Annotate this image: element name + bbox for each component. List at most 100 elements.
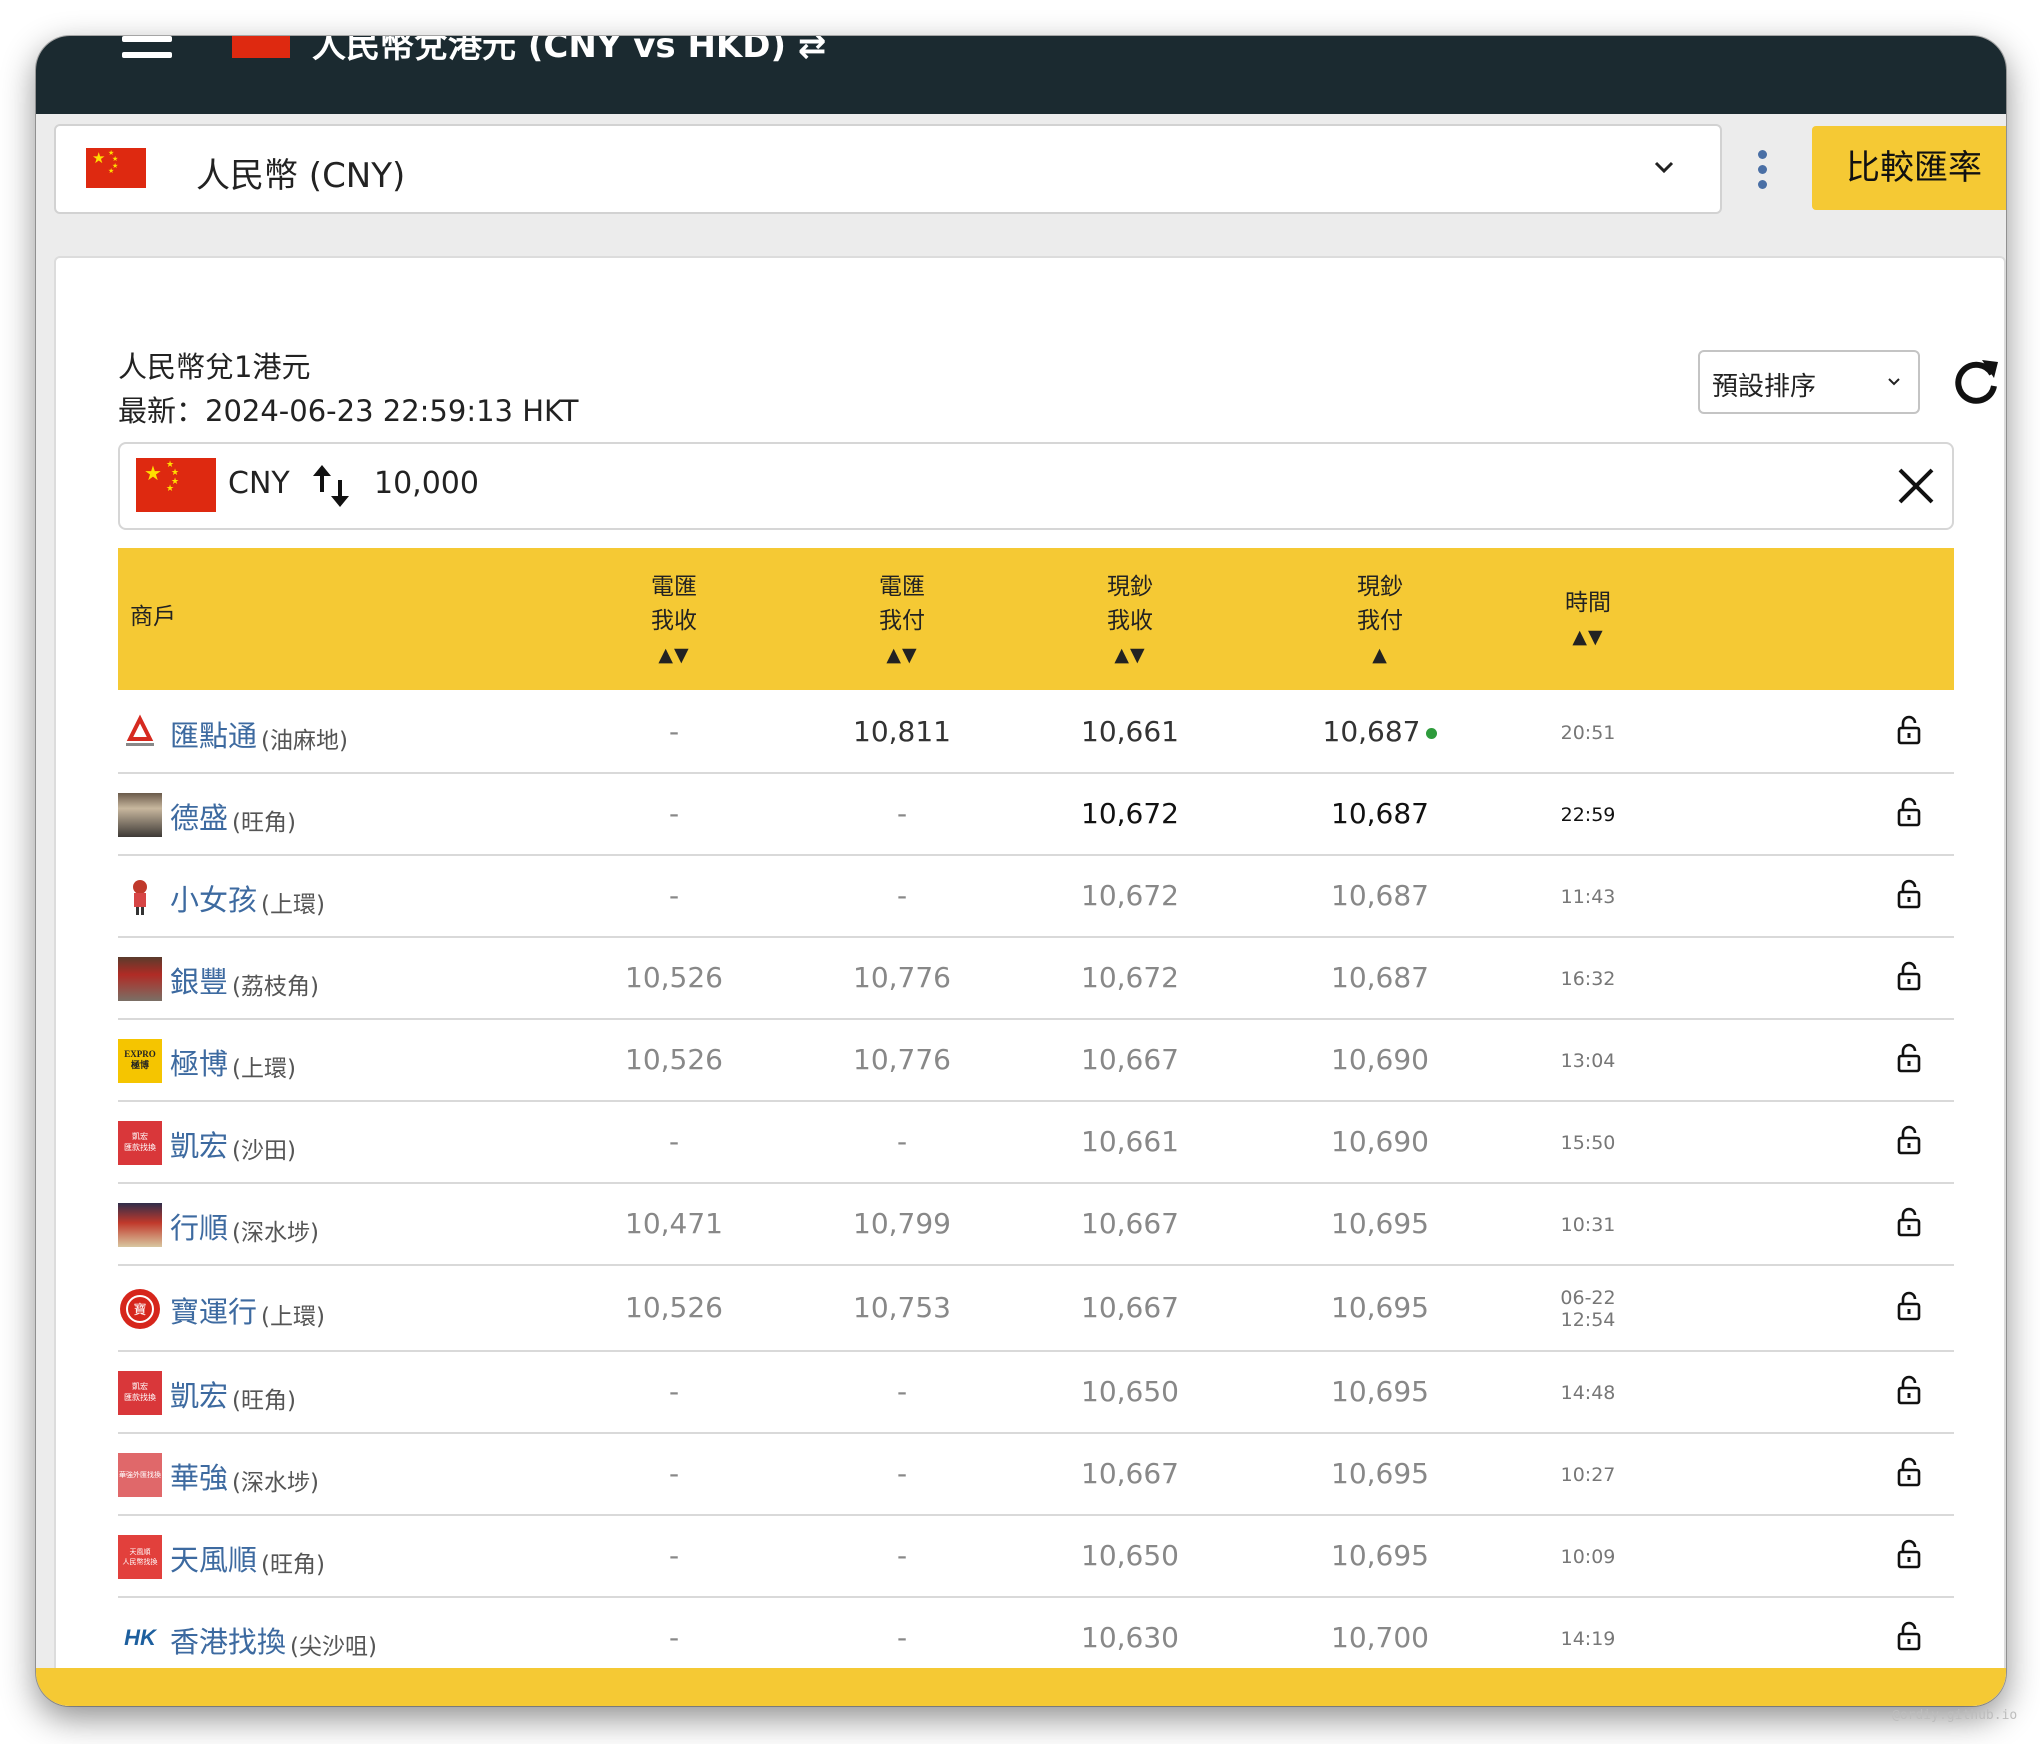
merchant-district: (上環) <box>261 1304 325 1330</box>
converter-currency: CNY <box>228 466 290 501</box>
cash-sell-value: 10,695 <box>1331 1375 1429 1408</box>
merchant-logo <box>118 711 162 755</box>
tt-buy-value: - <box>668 1539 680 1572</box>
tt-sell-value: 10,811 <box>853 715 951 748</box>
tt-sell-value: 10,776 <box>853 961 951 994</box>
merchant-name-link[interactable]: 天風順 <box>170 1537 257 1579</box>
col-cash-sell[interactable]: 現鈔 我付 ▲ <box>1300 570 1460 672</box>
lock-icon[interactable] <box>1896 1125 1922 1155</box>
lock-icon[interactable] <box>1896 879 1922 909</box>
lock-icon[interactable] <box>1896 1291 1922 1321</box>
top-app-bar: 人民幣兌港元 (CNY vs HKD) ⇄ <box>36 36 2006 114</box>
merchant-name-link[interactable]: 德盛 <box>170 795 228 837</box>
table-row[interactable]: 凱宏 匯款找換 凱宏 (旺角) - - 10,650 10,695 14:48 <box>118 1352 1954 1434</box>
cash-buy-value: 10,672 <box>1081 797 1179 830</box>
merchant-district: (旺角) <box>232 1388 296 1414</box>
cash-buy-value: 10,672 <box>1081 879 1179 912</box>
merchant-district: (沙田) <box>232 1138 296 1164</box>
cash-sell-value: 10,700 <box>1331 1621 1429 1654</box>
merchant-name-link[interactable]: 極博 <box>170 1041 228 1083</box>
merchant-logo <box>118 957 162 1001</box>
lock-icon[interactable] <box>1896 961 1922 991</box>
merchant-district: (深水埗) <box>232 1470 319 1496</box>
rate-subtitle: 人民幣兌1港元 <box>118 350 311 384</box>
close-icon[interactable] <box>1894 464 1938 508</box>
cash-sell-value: 10,695 <box>1331 1539 1429 1572</box>
bottom-bar <box>36 1668 2006 1706</box>
lock-icon[interactable] <box>1896 1457 1922 1487</box>
tt-buy-value: - <box>668 1375 680 1408</box>
watermark: @ordiy.github.io <box>1892 1708 2018 1723</box>
lock-icon[interactable] <box>1896 1207 1922 1237</box>
merchant-name-link[interactable]: 華強 <box>170 1455 228 1497</box>
table-row[interactable]: 小女孩 (上環) - - 10,672 10,687 11:43 <box>118 856 1954 938</box>
lock-icon[interactable] <box>1896 1539 1922 1569</box>
svg-text:寶: 寶 <box>133 1302 146 1318</box>
table-row[interactable]: 寶 寶運行 (上環) 10,526 10,753 10,667 10,695 06-22 12:… <box>118 1266 1954 1352</box>
sort-arrows-icon: ▲▼ <box>1572 626 1604 648</box>
lock-icon[interactable] <box>1896 797 1922 827</box>
currency-select[interactable]: ★ ★ ★ ★ ★ 人民幣 (CNY) <box>54 124 1722 214</box>
amount-input[interactable]: 10,000 <box>374 466 479 501</box>
col-tt-buy[interactable]: 電匯 我收 ▲▼ <box>594 570 754 672</box>
cash-sell-value: 10,687 <box>1300 715 1460 748</box>
tt-buy-value: 10,526 <box>625 961 723 994</box>
table-row[interactable]: 行順 (深水埗) 10,471 10,799 10,667 10,695 10:31 <box>118 1184 1954 1266</box>
lock-icon[interactable] <box>1896 1621 1922 1651</box>
merchant-logo <box>118 1203 162 1247</box>
merchant-name-link[interactable]: 凱宏 <box>170 1123 228 1165</box>
refresh-icon[interactable] <box>1948 354 2004 410</box>
merchant-district: (深水埗) <box>232 1220 319 1246</box>
merchant-name-link[interactable]: 小女孩 <box>170 877 257 919</box>
tt-sell-value: - <box>896 1125 908 1158</box>
table-row[interactable]: 德盛 (旺角) - - 10,672 10,687 22:59 <box>118 774 1954 856</box>
more-options-icon[interactable] <box>1752 150 1772 190</box>
cash-sell-value: 10,690 <box>1331 1125 1429 1158</box>
col-time[interactable]: 時間 ▲▼ <box>1508 586 1668 654</box>
sort-select[interactable]: 預設排序 <box>1698 350 1920 414</box>
table-row[interactable]: 銀豐 (荔枝角) 10,526 10,776 10,672 10,687 16:32 <box>118 938 1954 1020</box>
cash-buy-value: 10,667 <box>1081 1291 1179 1324</box>
china-flag-icon <box>232 36 290 58</box>
cash-sell-value: 10,695 <box>1331 1207 1429 1240</box>
table-row[interactable]: 華強外匯找換 華強 (深水埗) - - 10,667 10,695 10:27 <box>118 1434 1954 1516</box>
merchant-name-link[interactable]: 香港找換 <box>170 1619 286 1661</box>
merchant-name-link[interactable]: 寶運行 <box>170 1289 257 1331</box>
cash-sell-value: 10,695 <box>1331 1291 1429 1324</box>
update-time: 14:48 <box>1560 1382 1616 1404</box>
hamburger-icon[interactable] <box>122 36 172 60</box>
col-cash-buy[interactable]: 現鈔 我收 ▲▼ <box>1050 570 1210 672</box>
compare-rates-button[interactable]: 比較匯率 <box>1812 126 2006 210</box>
cash-buy-value: 10,667 <box>1081 1043 1179 1076</box>
merchant-district: (油麻地) <box>261 728 348 754</box>
col-merchant: 商戶 <box>130 604 176 630</box>
merchant-district: (上環) <box>261 892 325 918</box>
table-row[interactable]: 凱宏 匯款找換 凱宏 (沙田) - - 10,661 10,690 15:50 <box>118 1102 1954 1184</box>
table-row[interactable]: 天風順 人民幣找換 天風順 (旺角) - - 10,650 10,695 10:09 <box>118 1516 1954 1598</box>
swap-icon[interactable] <box>310 462 352 510</box>
merchant-name-link[interactable]: 凱宏 <box>170 1373 228 1415</box>
col-tt-sell[interactable]: 電匯 我付 ▲▼ <box>822 570 982 672</box>
last-updated: 最新：2024-06-23 22:59:13 HKT <box>118 394 579 428</box>
tt-sell-value: - <box>896 1621 908 1654</box>
merchant-name-link[interactable]: 行順 <box>170 1205 228 1247</box>
tt-sell-value: 10,753 <box>853 1291 951 1324</box>
merchant-district: (旺角) <box>232 810 296 836</box>
table-row[interactable]: 匯點通 (油麻地) - 10,811 10,661 10,687 20:51 <box>118 692 1954 774</box>
cash-buy-value: 10,661 <box>1081 715 1179 748</box>
chevron-down-icon <box>1888 378 1900 386</box>
merchant-district: (荔枝角) <box>232 974 319 1000</box>
tt-sell-value: - <box>896 1539 908 1572</box>
table-row[interactable]: EXPRO 極博 極博 (上環) 10,526 10,776 10,667 10,690 13:… <box>118 1020 1954 1102</box>
merchant-district: (尖沙咀) <box>290 1634 377 1660</box>
cash-sell-value: 10,690 <box>1331 1043 1429 1076</box>
tt-buy-value: - <box>668 1621 680 1654</box>
lock-icon[interactable] <box>1896 715 1922 745</box>
merchant-name-link[interactable]: 銀豐 <box>170 959 228 1001</box>
sort-arrows-icon: ▲▼ <box>658 644 690 666</box>
lock-icon[interactable] <box>1896 1375 1922 1405</box>
chevron-down-icon <box>1654 161 1674 174</box>
merchant-district: (旺角) <box>261 1552 325 1578</box>
lock-icon[interactable] <box>1896 1043 1922 1073</box>
merchant-name-link[interactable]: 匯點通 <box>170 713 257 755</box>
